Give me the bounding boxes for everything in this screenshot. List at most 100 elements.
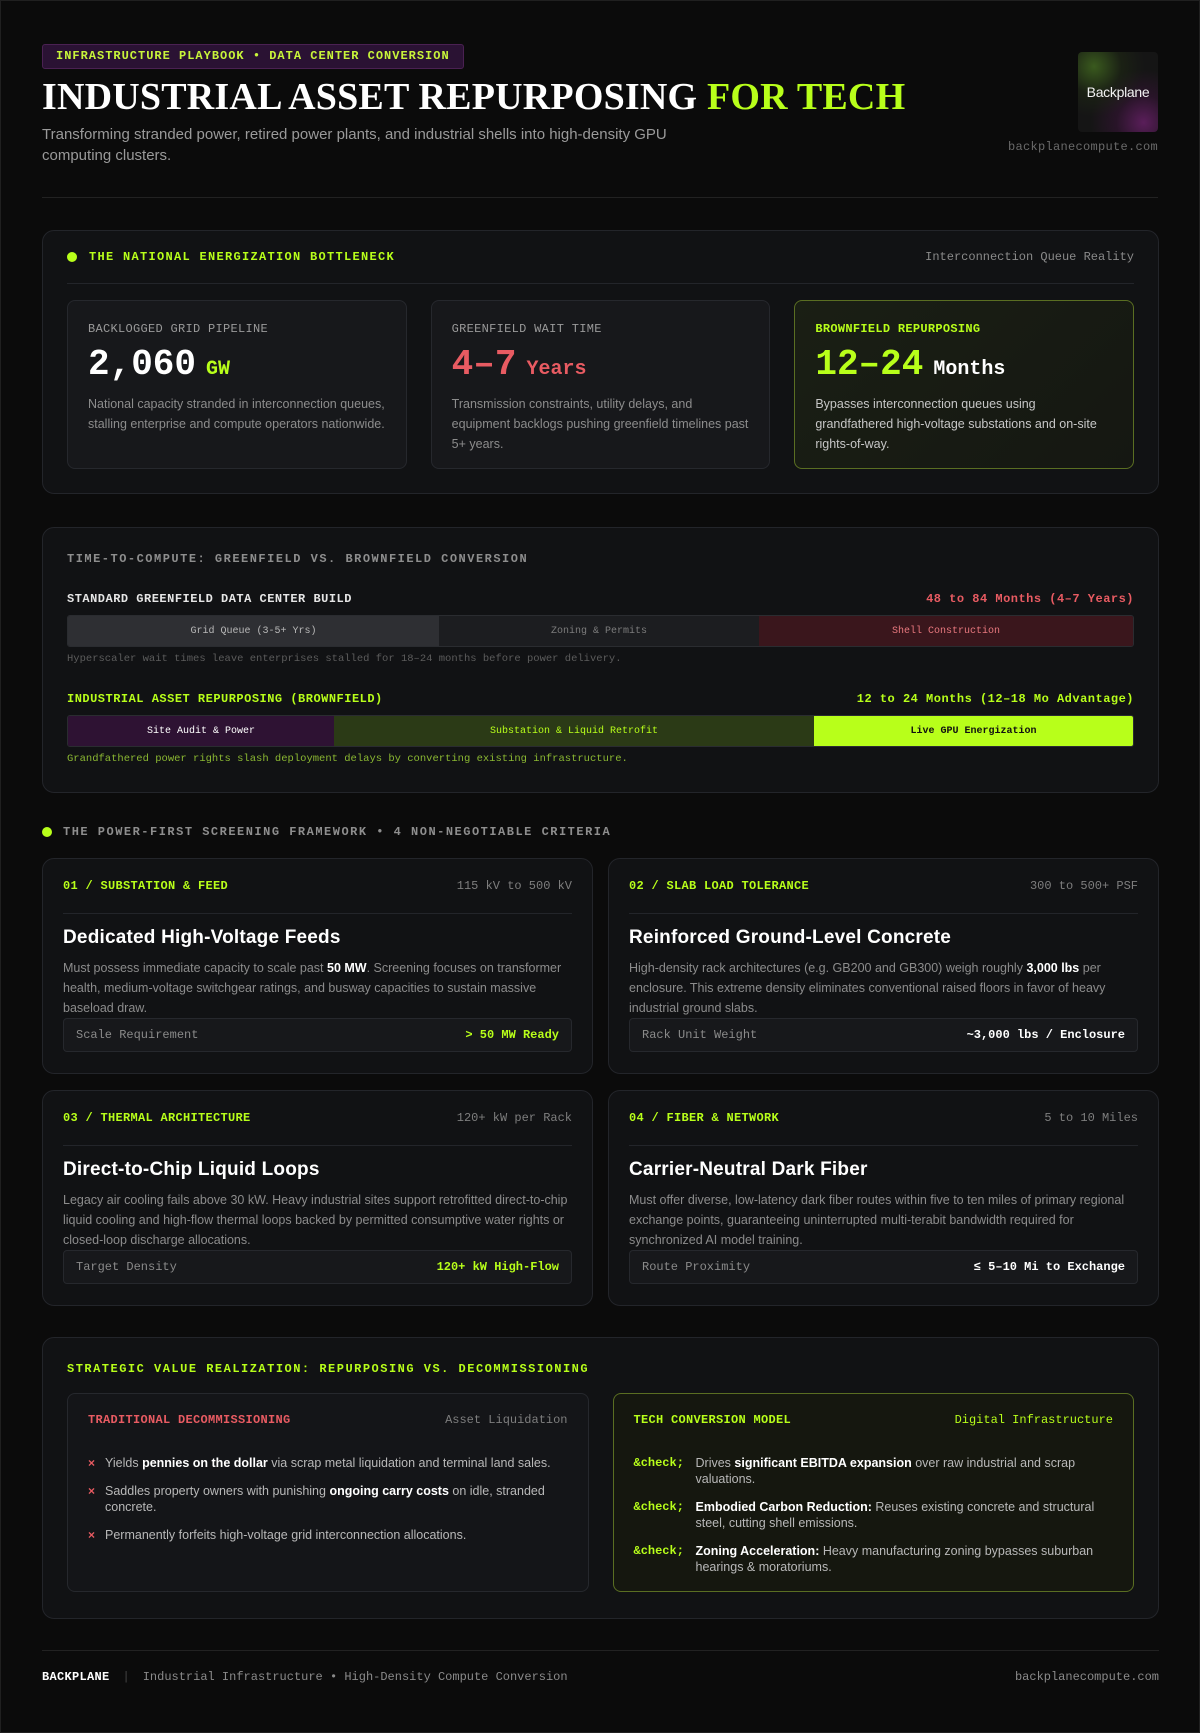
page-subtitle: Transforming stranded power, retired pow… <box>42 126 667 164</box>
criterion-key: 01 / SUBSTATION & FEED <box>63 879 229 893</box>
criterion-description: High-density rack architectures (e.g. GB… <box>629 961 1106 1015</box>
stat-value: 12–24 <box>815 344 924 385</box>
criterion-description: Must possess immediate capacity to scale… <box>63 961 562 1015</box>
stat-card-grid-pipeline: BACKLOGGED GRID PIPELINE 2,060 GW Nationa… <box>67 300 407 469</box>
traditional-title: TRADITIONAL DECOMMISSIONING <box>88 1413 291 1427</box>
criteria-title-text: THE POWER-FIRST SCREENING FRAMEWORK • 4 … <box>63 825 612 839</box>
check-icon: &check; <box>633 1544 684 1558</box>
footer: BACKPLANE | Industrial Infrastructure • … <box>42 1650 1159 1703</box>
bottleneck-section: THE NATIONAL ENERGIZATION BOTTLENECK Int… <box>42 230 1159 494</box>
criteria-title: THE POWER-FIRST SCREENING FRAMEWORK • 4 … <box>42 825 611 839</box>
criterion-description: Legacy air cooling fails above 30 kW. He… <box>63 1193 568 1247</box>
check-icon: &check; <box>633 1456 684 1470</box>
criterion-heading: Carrier-Neutral Dark Fiber <box>629 1159 868 1180</box>
tech-column: TECH CONVERSION MODEL Digital Infrastruct… <box>612 1393 1134 1592</box>
cross-icon: × <box>88 1528 96 1542</box>
criterion-spec: 120+ kW per Rack <box>456 1111 572 1125</box>
greenfield-bar: Grid Queue (3-5+ Yrs) Zoning & Permits S… <box>67 615 1134 647</box>
list-item: &check; Zoning Acceleration: Heavy manufa… <box>633 1544 1094 1574</box>
stat-card-brownfield: BROWNFIELD REPURPOSING 12–24 Months Bypas… <box>794 300 1135 469</box>
stat-label: GREENFIELD WAIT TIME <box>451 322 602 336</box>
footer-value: > 50 MW Ready <box>465 1028 559 1042</box>
header-domain: backplanecompute.com <box>1007 140 1158 154</box>
greenfield-row: STANDARD GREENFIELD DATA CENTER BUILD 48… <box>67 592 1134 665</box>
strategic-section: STRATEGIC VALUE REALIZATION: REPURPOSING… <box>42 1337 1159 1619</box>
stat-unit: GW <box>206 358 231 381</box>
title-main: INDUSTRIAL ASSET REPURPOSING <box>42 76 698 118</box>
brownfield-label: INDUSTRIAL ASSET REPURPOSING (BROWNFIELD… <box>67 692 383 706</box>
criterion-key: 03 / THERMAL ARCHITECTURE <box>63 1111 251 1125</box>
brownfield-note: Grandfathered power rights slash deploym… <box>67 753 628 765</box>
footer-tagline: Industrial Infrastructure • High-Density… <box>142 1670 568 1684</box>
stat-description: Bypasses interconnection queues using gr… <box>815 397 1097 451</box>
stat-unit: Months <box>933 358 1006 381</box>
traditional-column: TRADITIONAL DECOMMISSIONING Asset Liquida… <box>67 1393 589 1592</box>
list-item: &check; Drives significant EBITDA expansi… <box>633 1456 1076 1486</box>
criterion-card-substation: 01 / SUBSTATION & FEED 115 kV to 500 kV D… <box>42 858 593 1074</box>
header: INFRASTRUCTURE PLAYBOOK • DATA CENTER CO… <box>42 1 1158 198</box>
timeline-title: TIME-TO-COMPUTE: GREENFIELD VS. BROWNFIE… <box>67 552 529 566</box>
criterion-key: 02 / SLAB LOAD TOLERANCE <box>629 879 810 893</box>
traditional-tag: Asset Liquidation <box>445 1413 568 1427</box>
footer-label: Route Proximity <box>642 1260 751 1274</box>
footer-separator: | <box>122 1670 130 1684</box>
footer-label: Scale Requirement <box>76 1028 199 1042</box>
page: INFRASTRUCTURE PLAYBOOK • DATA CENTER CO… <box>0 0 1200 1733</box>
segment-substation-retrofit: Substation & Liquid Retrofit <box>334 716 814 746</box>
segment-zoning: Zoning & Permits <box>439 616 759 646</box>
brand-logo: Backplane <box>1078 52 1158 132</box>
greenfield-label: STANDARD GREENFIELD DATA CENTER BUILD <box>67 592 352 606</box>
criterion-key: 04 / FIBER & NETWORK <box>629 1111 780 1125</box>
list-item: × Saddles property owners with punishing … <box>88 1484 545 1514</box>
criterion-heading: Direct-to-Chip Liquid Loops <box>63 1159 320 1180</box>
cross-icon: × <box>88 1484 96 1498</box>
criterion-footer: Scale Requirement > 50 MW Ready <box>63 1018 572 1052</box>
footer-brand: BACKPLANE <box>42 1670 110 1684</box>
footer-value: 120+ kW High-Flow <box>436 1260 559 1274</box>
segment-site-audit: Site Audit & Power <box>68 716 334 746</box>
list-item: &check; Embodied Carbon Reduction: Reuses… <box>633 1500 1095 1530</box>
criterion-footer: Target Density 120+ kW High-Flow <box>63 1250 572 1284</box>
header-tag: INFRASTRUCTURE PLAYBOOK • DATA CENTER CO… <box>42 44 464 69</box>
bottleneck-title: THE NATIONAL ENERGIZATION BOTTLENECK <box>89 250 396 264</box>
footer-label: Rack Unit Weight <box>642 1028 758 1042</box>
segment-shell-construction: Shell Construction <box>759 616 1133 646</box>
criterion-card-thermal: 03 / THERMAL ARCHITECTURE 120+ kW per Rac… <box>42 1090 593 1306</box>
stat-card-greenfield-wait: GREENFIELD WAIT TIME 4–7 Years Transmissi… <box>430 300 771 469</box>
footer-value: ≤ 5–10 Mi to Exchange <box>973 1260 1125 1274</box>
tech-tag: Digital Infrastructure <box>954 1413 1113 1427</box>
list-item: × Yields pennies on the dollar via scrap … <box>88 1456 551 1470</box>
stat-value: 2,060 <box>88 344 197 385</box>
check-icon: &check; <box>633 1500 684 1514</box>
criterion-footer: Route Proximity ≤ 5–10 Mi to Exchange <box>629 1250 1138 1284</box>
stat-label: BACKLOGGED GRID PIPELINE <box>88 322 269 336</box>
cross-icon: × <box>88 1456 96 1470</box>
brownfield-row: INDUSTRIAL ASSET REPURPOSING (BROWNFIELD… <box>67 692 1134 765</box>
title-accent: FOR TECH <box>707 76 906 118</box>
brownfield-bar: Site Audit & Power Substation & Liquid R… <box>67 715 1134 747</box>
greenfield-range: 48 to 84 Months (4–7 Years) <box>926 592 1134 606</box>
footer-domain: backplanecompute.com <box>1014 1670 1159 1684</box>
status-dot-icon <box>67 252 77 262</box>
strategic-title: STRATEGIC VALUE REALIZATION: REPURPOSING… <box>67 1362 590 1376</box>
stat-label: BROWNFIELD REPURPOSING <box>815 322 981 336</box>
bottleneck-subtitle: Interconnection Queue Reality <box>925 250 1134 264</box>
page-title: INDUSTRIAL ASSET REPURPOSING FOR TECH <box>42 75 905 119</box>
stat-description: National capacity stranded in interconne… <box>88 397 385 431</box>
segment-live-gpu: Live GPU Energization <box>814 716 1133 746</box>
logo-text: Backplane <box>1086 84 1150 100</box>
criterion-spec: 5 to 10 Miles <box>1044 1111 1138 1125</box>
greenfield-note: Hyperscaler wait times leave enterprises… <box>67 653 622 665</box>
criterion-card-fiber: 04 / FIBER & NETWORK 5 to 10 Miles Carrie… <box>608 1090 1159 1306</box>
bottleneck-header: THE NATIONAL ENERGIZATION BOTTLENECK Int… <box>67 231 1134 284</box>
tech-title: TECH CONVERSION MODEL <box>633 1413 792 1427</box>
footer-value: ~3,000 lbs / Enclosure <box>966 1028 1125 1042</box>
criterion-spec: 115 kV to 500 kV <box>456 879 572 893</box>
footer-label: Target Density <box>76 1260 177 1274</box>
criterion-footer: Rack Unit Weight ~3,000 lbs / Enclosure <box>629 1018 1138 1052</box>
status-dot-icon <box>42 827 52 837</box>
segment-grid-queue: Grid Queue (3-5+ Yrs) <box>68 616 439 646</box>
strategic-columns: TRADITIONAL DECOMMISSIONING Asset Liquida… <box>67 1393 1134 1592</box>
timeline-section: TIME-TO-COMPUTE: GREENFIELD VS. BROWNFIE… <box>42 527 1159 793</box>
criterion-spec: 300 to 500+ PSF <box>1029 879 1138 893</box>
